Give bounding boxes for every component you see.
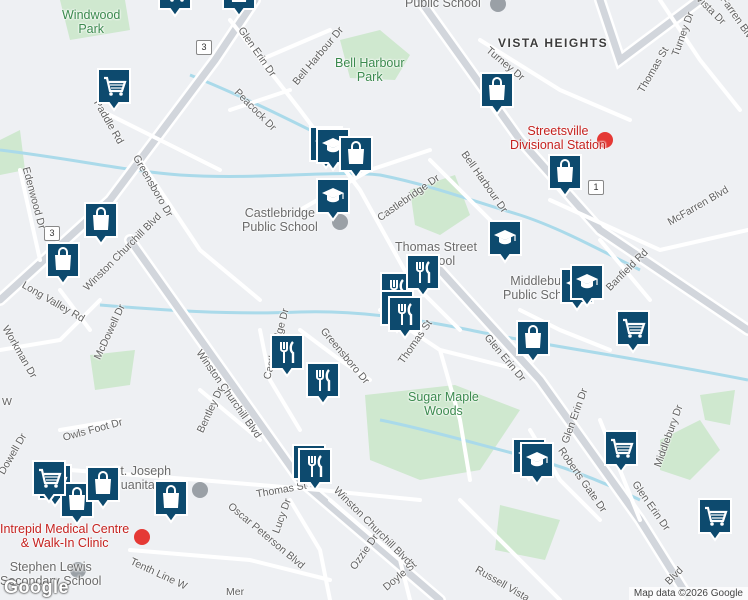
route-shield-3a: 3 xyxy=(196,40,212,55)
shopping-bag-marker[interactable] xyxy=(546,152,584,200)
park-label-windwood: Windwood Park xyxy=(62,8,121,36)
poi-label-public-school: Public School xyxy=(405,0,481,10)
restaurant-marker[interactable] xyxy=(296,446,334,494)
shopping-bag-icon xyxy=(231,0,247,2)
street-label-w-edge: W xyxy=(2,396,12,408)
shopping-bag-marker[interactable] xyxy=(152,478,190,526)
grocery-marker[interactable] xyxy=(95,66,133,114)
route-shield-1: 1 xyxy=(588,180,604,195)
poi-label-castlebridge: Castlebridge Public School xyxy=(242,206,318,234)
school-marker[interactable] xyxy=(568,262,606,310)
school-marker[interactable] xyxy=(314,176,352,224)
park-label-bell-harbour: Bell Harbour Park xyxy=(335,56,405,84)
restaurant-marker[interactable] xyxy=(386,294,424,342)
shopping-bag-marker[interactable] xyxy=(220,0,258,20)
shopping-bag-marker[interactable] xyxy=(337,134,375,182)
grocery-marker[interactable] xyxy=(156,0,194,20)
map-canvas[interactable]: Windwood Park Bell Harbour Park Sugar Mapl… xyxy=(0,0,748,600)
route-shield-3b: 3 xyxy=(44,226,60,241)
grocery-marker[interactable] xyxy=(602,428,640,476)
park-label-sugar-maple: Sugar Maple Woods xyxy=(408,390,479,418)
shopping-bag-marker[interactable] xyxy=(478,70,516,118)
shopping-bag-marker[interactable] xyxy=(82,200,120,248)
shopping-bag-marker[interactable] xyxy=(44,240,82,288)
poi-label-streetsville-division: Streetsville Divisional Station xyxy=(510,124,606,152)
restaurant-marker[interactable] xyxy=(268,332,306,380)
google-logo: Google xyxy=(4,577,69,597)
shopping-bag-marker[interactable] xyxy=(514,318,552,366)
street-label-mer: Mer xyxy=(226,586,245,598)
grocery-marker[interactable] xyxy=(30,458,68,506)
school-marker[interactable] xyxy=(486,218,524,266)
school-marker[interactable] xyxy=(518,440,556,488)
map-attribution[interactable]: Map data ©2026 Google xyxy=(628,587,748,600)
restaurant-marker[interactable] xyxy=(304,360,342,408)
area-label-vista-heights: VISTA HEIGHTS xyxy=(498,36,609,50)
grocery-marker[interactable] xyxy=(614,308,652,356)
grocery-marker[interactable] xyxy=(696,496,734,544)
shopping-bag-marker[interactable] xyxy=(84,464,122,512)
